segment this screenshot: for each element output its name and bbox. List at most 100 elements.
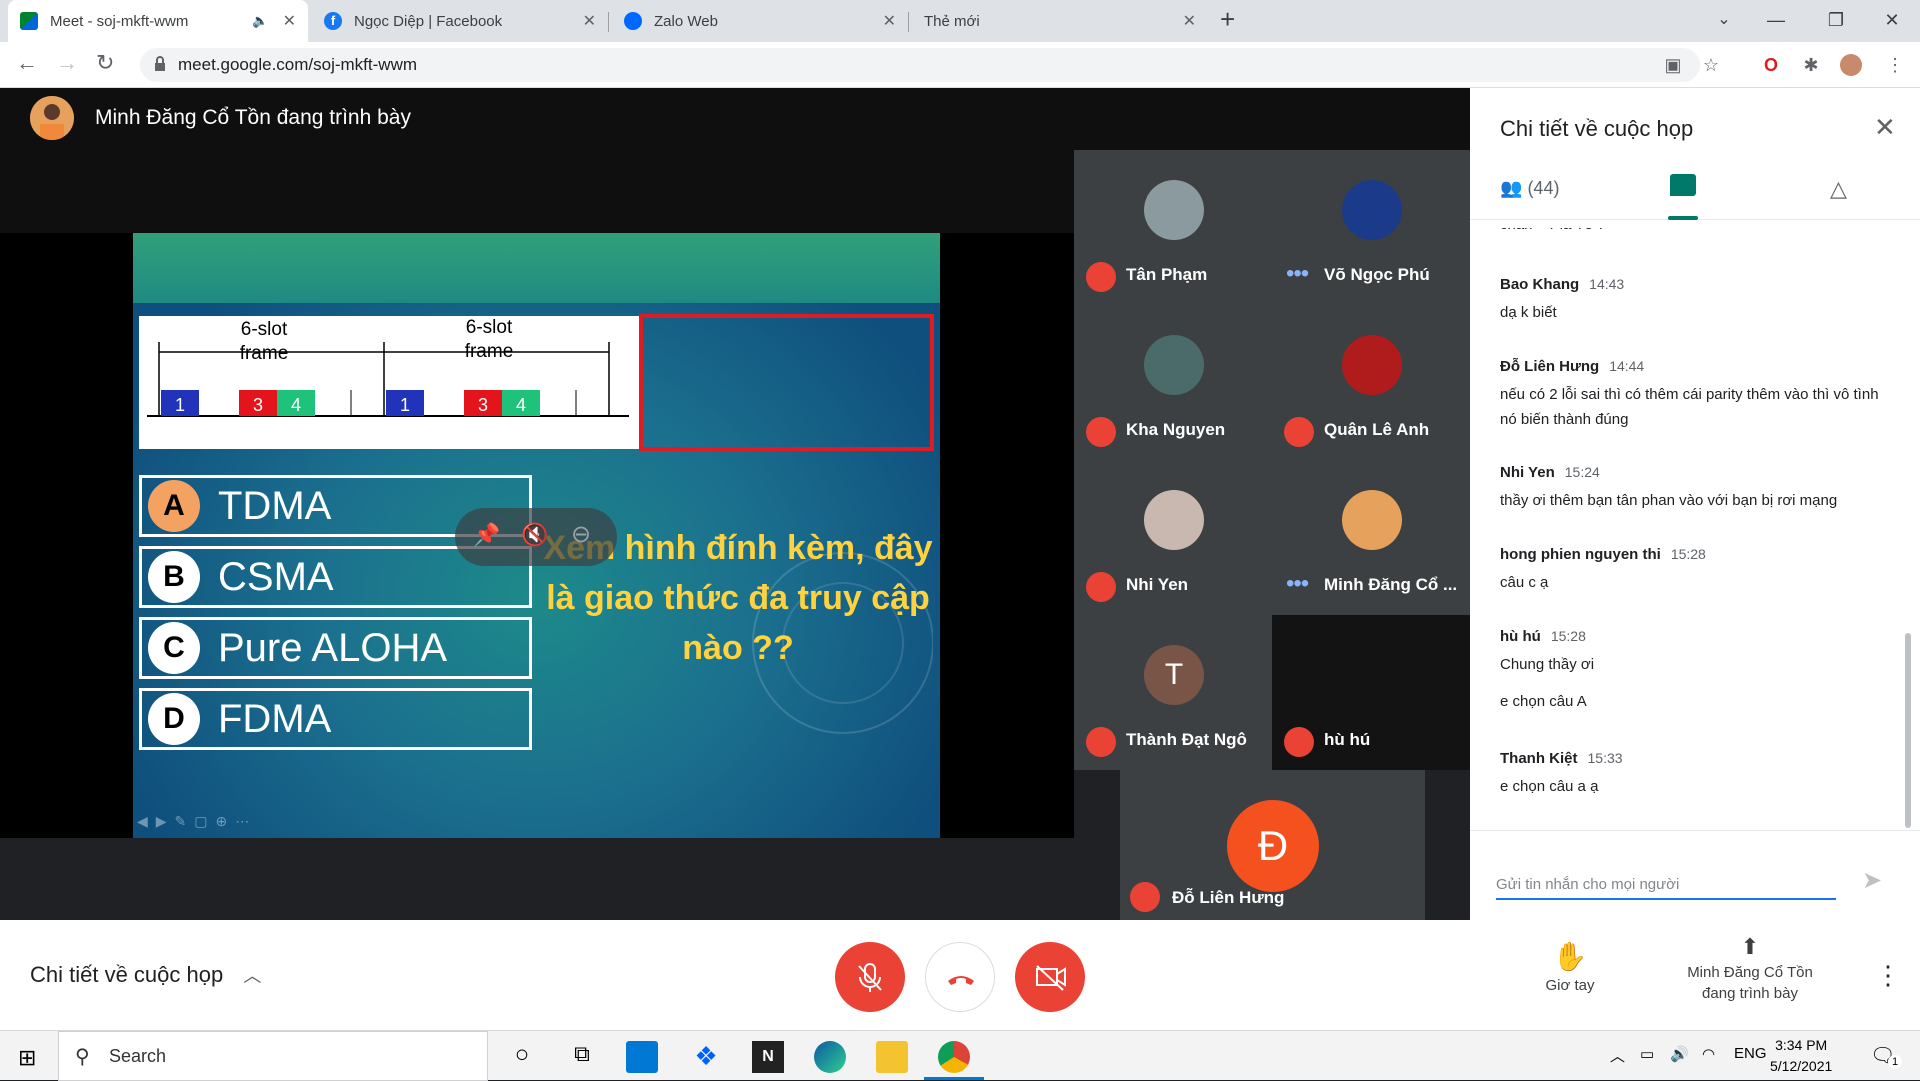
address-toolbar: ← → ↻ meet.google.com/soj-mkft-wwm ▣ ☆ O… xyxy=(0,42,1920,88)
slideshow-controls[interactable]: ◀▶✎▢⊕⋯ xyxy=(137,813,257,830)
muted-mic-icon xyxy=(1130,882,1160,912)
chrome-icon[interactable] xyxy=(938,1041,970,1073)
participant-tile[interactable]: ••• Minh Đăng Cổ ... xyxy=(1272,460,1470,615)
choice-c: C Pure ALOHA xyxy=(139,617,532,679)
participant-tile[interactable]: Nhi Yen xyxy=(1074,460,1272,615)
participant-tile[interactable]: Đ Đỗ Liên Hưng xyxy=(1120,770,1425,920)
windows-start-icon[interactable]: ⊞ xyxy=(18,1045,36,1071)
system-clock[interactable]: 3:34 PM 5/12/2021 xyxy=(1770,1035,1832,1077)
mic-off-icon xyxy=(858,963,882,992)
choice-d: D FDMA xyxy=(139,688,532,750)
participant-tile[interactable]: ••• Võ Ngọc Phú xyxy=(1272,150,1470,305)
pin-icon[interactable]: 📌 xyxy=(473,522,500,548)
participant-tile[interactable]: T Thành Đạt Ngô xyxy=(1074,615,1272,770)
notion-icon[interactable]: N xyxy=(752,1041,784,1073)
meet-favicon-icon xyxy=(20,12,38,30)
audio-playing-icon[interactable]: 🔈 xyxy=(252,13,268,29)
edge-icon[interactable] xyxy=(814,1041,846,1073)
camera-toggle-button[interactable] xyxy=(1015,942,1085,1012)
muted-mic-icon xyxy=(1086,262,1116,292)
tab-chat[interactable] xyxy=(1668,174,1706,220)
forward-icon[interactable]: → xyxy=(56,50,78,76)
extensions-puzzle-icon[interactable]: ✱ xyxy=(1800,54,1822,76)
mic-toggle-button[interactable] xyxy=(835,942,905,1012)
taskbar-search[interactable]: ⚲ Search xyxy=(58,1031,488,1081)
camera-off-icon xyxy=(1036,965,1066,991)
participant-tile[interactable]: Quân Lê Anh xyxy=(1272,305,1470,460)
tab-meet[interactable]: Meet - soj-mkft-wwm 🔈 ✕ xyxy=(8,0,308,42)
url-bar[interactable]: meet.google.com/soj-mkft-wwm ▣ ☆ xyxy=(140,48,1719,82)
hand-icon: ✋ xyxy=(1552,941,1588,972)
speaking-dots-icon: ••• xyxy=(1286,570,1309,597)
language-indicator[interactable]: ENG xyxy=(1734,1045,1767,1062)
participant-avatar xyxy=(1144,335,1204,395)
send-icon[interactable]: ➤ xyxy=(1862,866,1882,895)
battery-icon[interactable]: ▭ xyxy=(1640,1045,1654,1063)
participant-tile[interactable]: hù hú xyxy=(1272,615,1470,770)
frame-label-2: 6-slot frame xyxy=(464,317,514,362)
wifi-icon[interactable]: ◠ xyxy=(1702,1045,1715,1063)
opera-extension-icon[interactable]: O xyxy=(1760,54,1782,76)
close-tab-icon[interactable]: ✕ xyxy=(1183,11,1196,31)
partial-message: chắn + Pla Tê ? xyxy=(1500,228,1890,237)
muted-mic-icon xyxy=(1086,417,1116,447)
tab-facebook[interactable]: f Ngọc Diệp | Facebook ✕ xyxy=(312,0,608,42)
browser-menu-icon[interactable]: ⋮ xyxy=(1884,54,1906,76)
muted-mic-icon xyxy=(1086,572,1116,602)
restore-icon[interactable]: ❐ xyxy=(1806,0,1866,42)
participant-avatar xyxy=(1144,490,1204,550)
file-explorer-icon[interactable] xyxy=(876,1041,908,1073)
hang-up-icon xyxy=(948,976,974,985)
bookmark-star-icon[interactable]: ☆ xyxy=(1700,54,1722,76)
participant-avatar xyxy=(1342,335,1402,395)
search-icon: ⚲ xyxy=(75,1046,90,1068)
participant-avatar xyxy=(1144,180,1204,240)
tab-new[interactable]: Thẻ mới ✕ xyxy=(912,0,1208,42)
participant-initial-avatar: T xyxy=(1144,645,1204,705)
raise-hand-button[interactable]: ✋ Giơ tay xyxy=(1530,940,1610,994)
remove-icon[interactable]: ⊖ xyxy=(571,520,591,549)
leave-call-button[interactable] xyxy=(925,942,995,1012)
muted-mic-icon xyxy=(1284,417,1314,447)
tab-people[interactable]: 👥 (44) xyxy=(1500,178,1559,199)
tab-search-icon[interactable]: ⌄ xyxy=(1694,0,1754,42)
reload-icon[interactable]: ↻ xyxy=(96,50,114,76)
new-tab-icon[interactable]: + xyxy=(1220,4,1235,35)
meeting-details-toggle[interactable]: Chi tiết về cuộc họp ︿ xyxy=(30,962,261,988)
mute-speaker-icon[interactable]: 🔇 xyxy=(521,522,548,548)
svg-text:1: 1 xyxy=(400,395,410,415)
chat-message: Bao Khang 14:43 dạ k biết xyxy=(1500,276,1625,321)
close-tab-icon[interactable]: ✕ xyxy=(583,11,596,31)
chevron-up-icon[interactable]: ︿ xyxy=(1610,1045,1625,1066)
profile-avatar[interactable] xyxy=(1840,54,1862,76)
close-panel-icon[interactable]: ✕ xyxy=(1874,112,1896,143)
tab-divider xyxy=(908,12,909,32)
presenter-label: Minh Đăng Cổ Tồn đang trình bày xyxy=(95,106,411,129)
cortana-icon[interactable]: ○ xyxy=(506,1041,538,1073)
muted-mic-icon xyxy=(1086,727,1116,757)
participant-tile[interactable]: Tân Phạm xyxy=(1074,150,1272,305)
volume-icon[interactable]: 🔊 xyxy=(1670,1045,1689,1063)
close-tab-icon[interactable]: ✕ xyxy=(883,11,896,31)
chat-input[interactable]: Gửi tin nhắn cho mọi người xyxy=(1496,868,1836,900)
back-icon[interactable]: ← xyxy=(16,50,38,76)
camera-blocked-icon[interactable]: ▣ xyxy=(1662,54,1684,76)
close-tab-icon[interactable]: ✕ xyxy=(283,11,296,31)
dropbox-icon[interactable]: ❖ xyxy=(690,1041,722,1073)
chat-scrollbar[interactable] xyxy=(1905,633,1911,828)
frame-label-1: 6-slot frame xyxy=(239,319,289,364)
tile-hover-controls: 📌 🔇 ⊖ xyxy=(455,508,617,566)
more-options-icon[interactable]: ⋮ xyxy=(1875,960,1901,991)
participant-tile[interactable]: Kha Nguyen xyxy=(1074,305,1272,460)
chat-icon xyxy=(1670,174,1696,196)
task-view-icon[interactable]: ⧉ xyxy=(566,1041,598,1073)
tdma-frame-diagram: 1 3 4 1 3 4 6-slot frame 6-slot frame xyxy=(139,316,639,449)
highlight-box xyxy=(639,314,934,451)
minimize-icon[interactable]: — xyxy=(1746,0,1806,42)
mail-icon[interactable] xyxy=(626,1041,658,1073)
facebook-favicon-icon: f xyxy=(324,12,342,30)
presenting-button[interactable]: ⬆ Minh Đăng Cổ Tồn đang trình bày xyxy=(1650,934,1850,1002)
close-window-icon[interactable]: ✕ xyxy=(1862,0,1920,42)
tab-activities[interactable]: △ xyxy=(1830,176,1847,202)
tab-zalo[interactable]: Zalo Web ✕ xyxy=(612,0,908,42)
